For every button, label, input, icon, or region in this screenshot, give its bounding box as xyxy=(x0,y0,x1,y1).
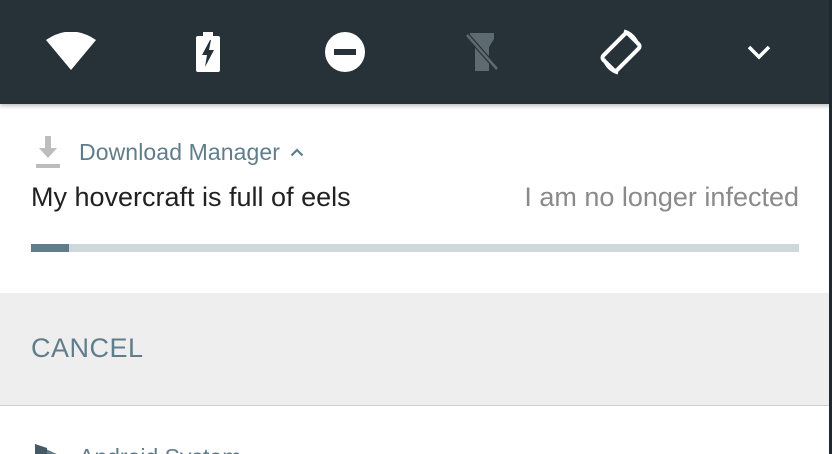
flashlight-off-icon xyxy=(465,33,499,71)
notification-title: My hovercraft is full of eels xyxy=(31,182,351,212)
expand-settings-button[interactable] xyxy=(731,24,787,80)
download-notification[interactable]: Download Manager My hovercraft is full o… xyxy=(0,104,832,293)
android-system-icon xyxy=(32,439,64,454)
download-progress-fill xyxy=(31,244,70,252)
notification-text: I am no longer infected xyxy=(524,182,799,212)
screen-rotation-icon xyxy=(600,29,642,75)
download-progress-bar xyxy=(31,244,799,252)
next-app-name: Android System xyxy=(79,444,241,454)
flashlight-tile[interactable] xyxy=(454,24,510,80)
app-name: Download Manager xyxy=(79,138,281,165)
do-not-disturb-icon xyxy=(325,32,365,72)
cancel-button[interactable]: CANCEL xyxy=(31,333,144,364)
battery-saver-tile[interactable] xyxy=(180,24,236,80)
notification-header: Android System xyxy=(32,439,241,454)
download-icon xyxy=(32,134,64,170)
chevron-up-icon[interactable] xyxy=(288,143,306,161)
android-system-notification[interactable]: Android System xyxy=(0,406,832,454)
battery-charging-icon xyxy=(196,32,220,72)
wifi-tile[interactable] xyxy=(43,24,99,80)
notification-shade: Download Manager My hovercraft is full o… xyxy=(0,0,832,454)
chevron-down-icon xyxy=(747,45,771,60)
auto-rotate-tile[interactable] xyxy=(593,24,649,80)
notification-actions: CANCEL xyxy=(0,293,832,406)
wifi-icon xyxy=(46,32,96,70)
notification-header: Download Manager xyxy=(32,134,306,170)
quick-settings-bar xyxy=(0,0,832,104)
do-not-disturb-tile[interactable] xyxy=(317,24,373,80)
